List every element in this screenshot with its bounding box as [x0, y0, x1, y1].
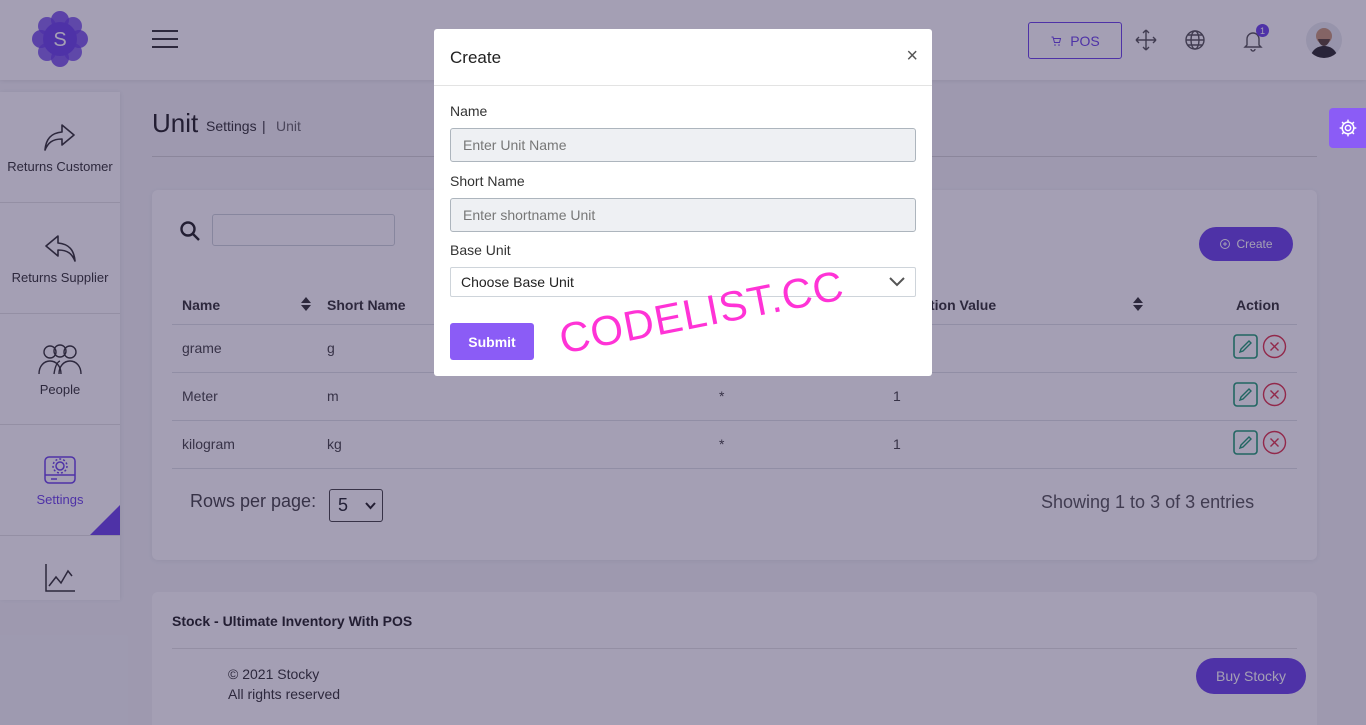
- unit-name-input[interactable]: Enter Unit Name: [450, 128, 916, 162]
- base-unit-value: Choose Base Unit: [461, 274, 574, 290]
- short-name-input[interactable]: Enter shortname Unit: [450, 198, 916, 232]
- close-icon[interactable]: ×: [906, 46, 918, 66]
- base-unit-label: Base Unit: [450, 242, 511, 258]
- modal-header-divider: [434, 85, 932, 86]
- modal-title: Create: [450, 48, 502, 67]
- submit-button[interactable]: Submit: [450, 323, 534, 360]
- short-name-label: Short Name: [450, 173, 525, 189]
- customizer-toggle[interactable]: [1329, 108, 1366, 148]
- chevron-down-icon: [889, 277, 905, 287]
- gear-icon: [1339, 119, 1356, 137]
- name-label: Name: [450, 103, 488, 119]
